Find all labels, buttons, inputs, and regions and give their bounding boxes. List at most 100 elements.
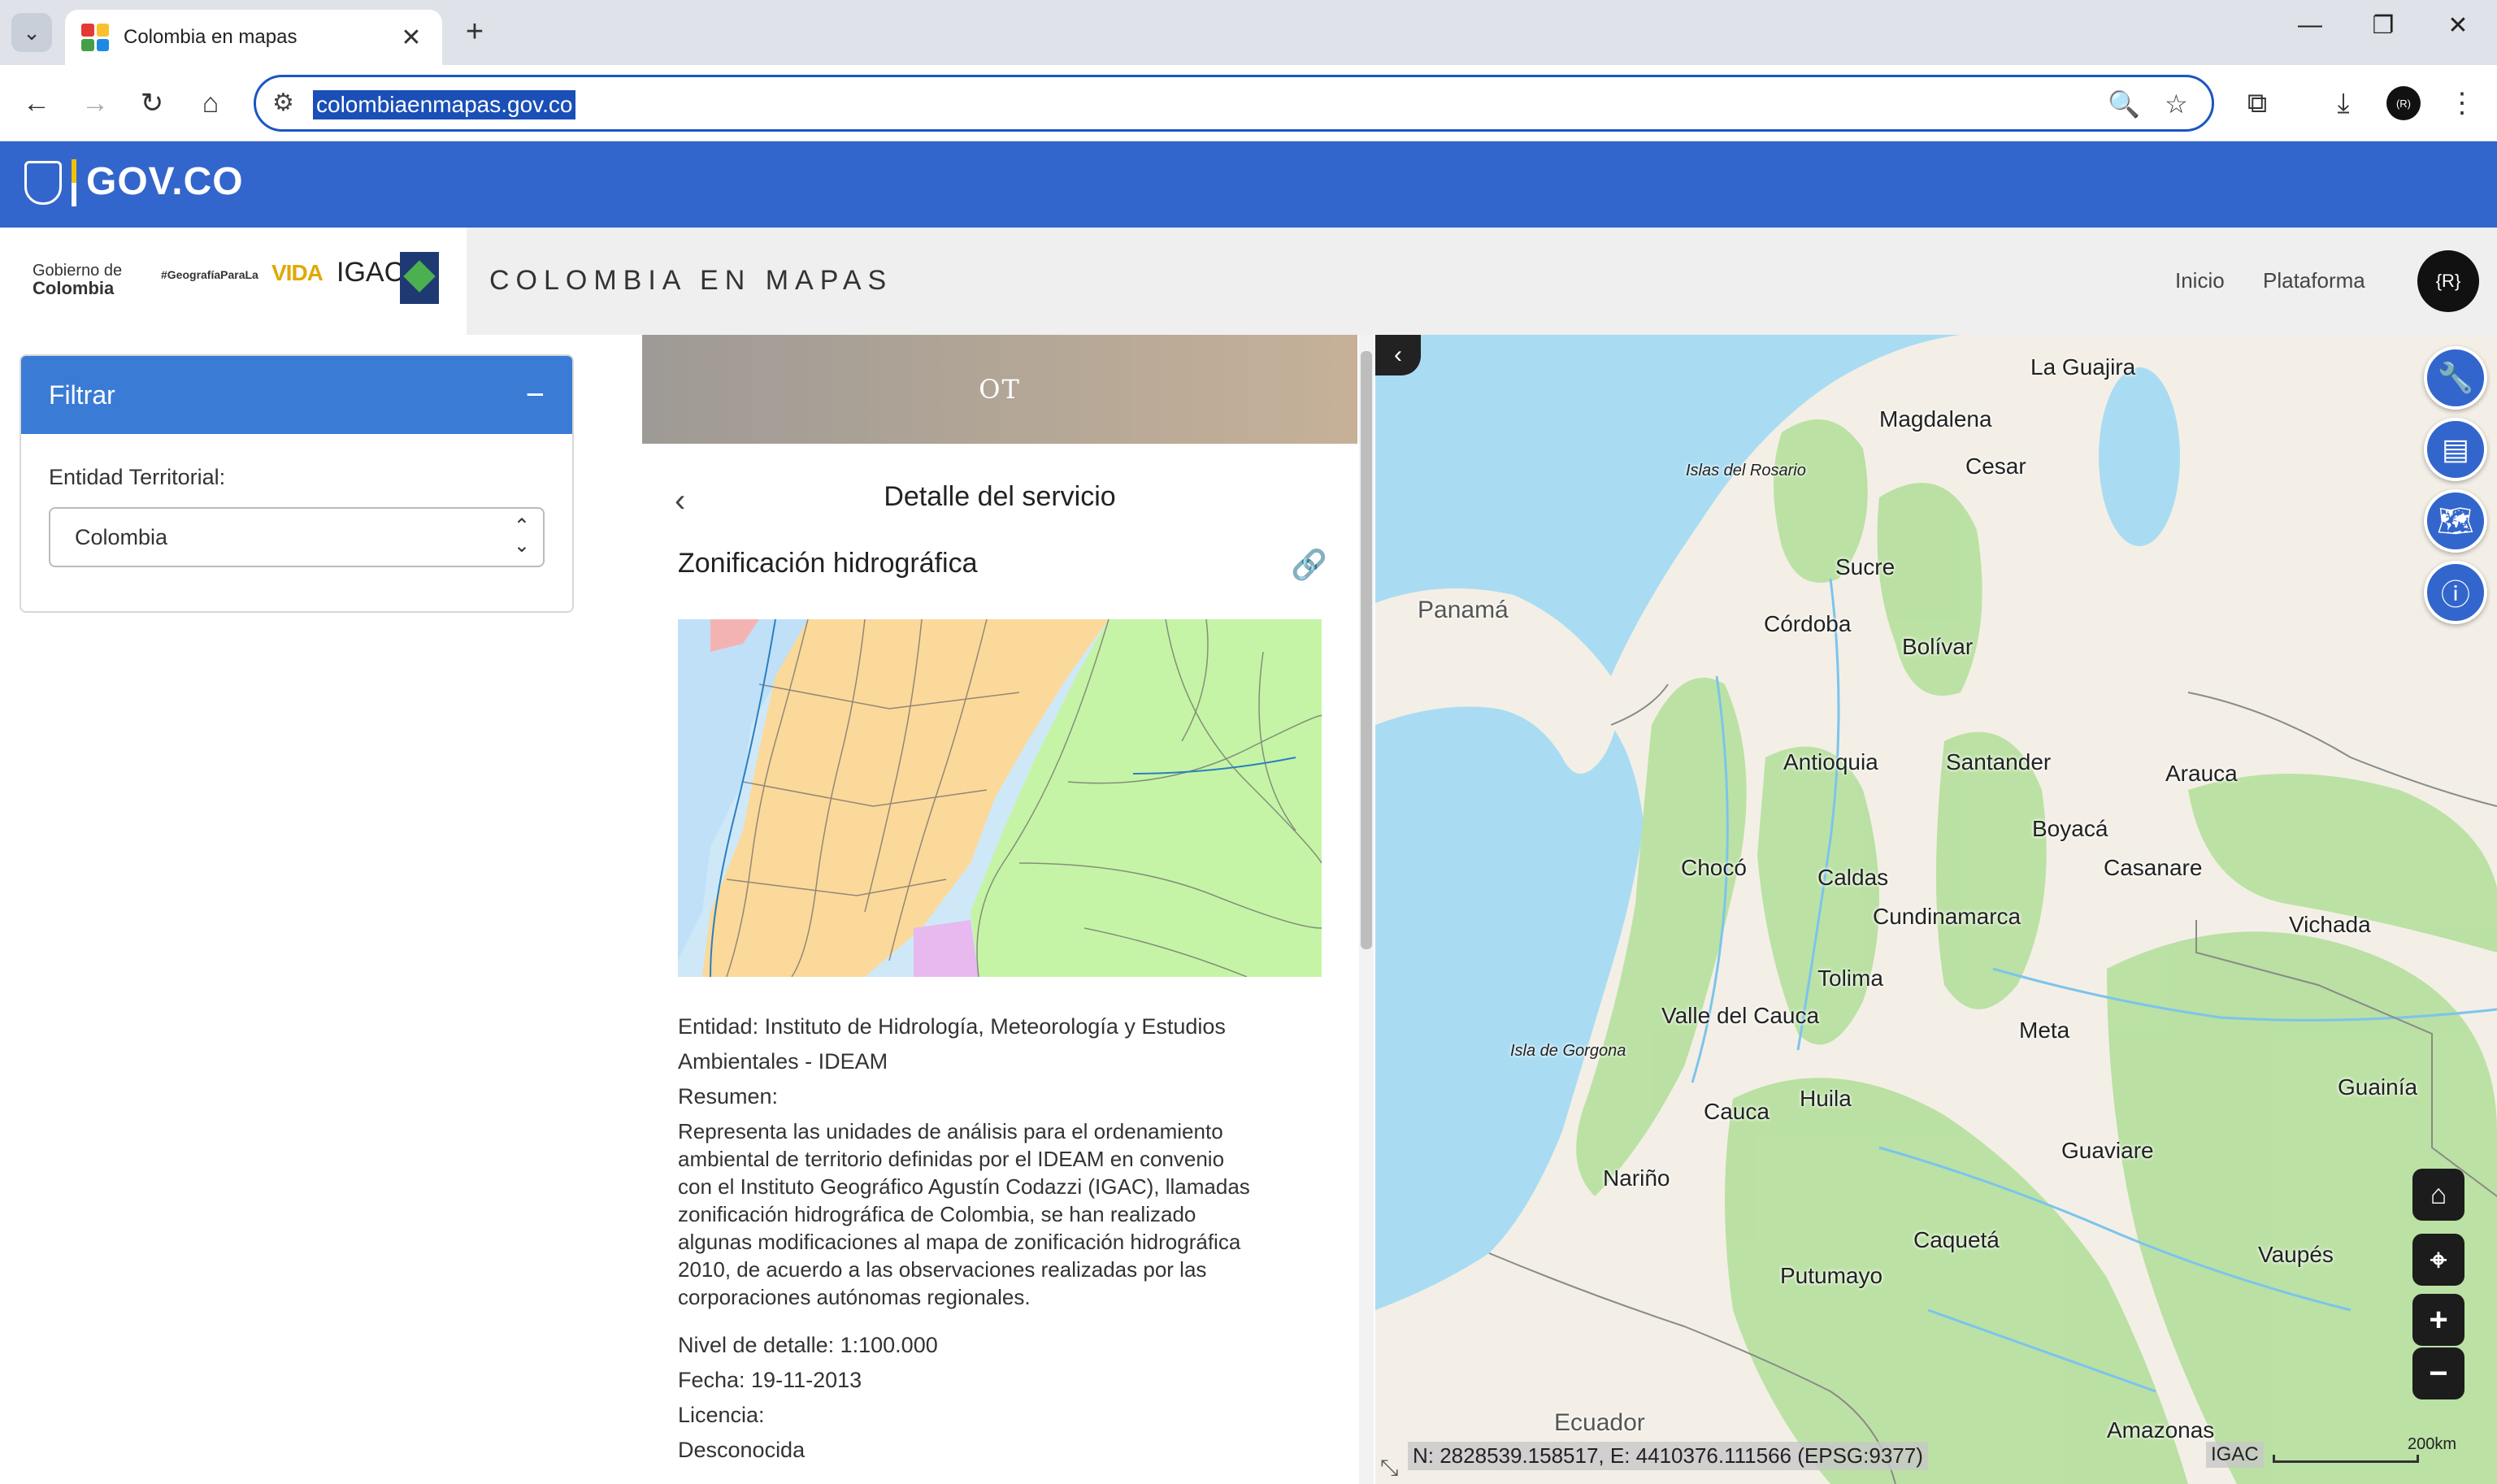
forward-icon[interactable]: → (75, 83, 115, 124)
label-valle: Valle del Cauca (1661, 1003, 1820, 1028)
label-vichada: Vichada (2289, 912, 2371, 937)
label-caqueta: Caquetá (1913, 1227, 2000, 1252)
user-avatar[interactable]: {R} (2417, 250, 2479, 312)
expand-arrow-icon[interactable]: ⤡ (1380, 1455, 1398, 1482)
home-extent-icon[interactable]: ⌂ (2412, 1169, 2464, 1221)
filter-header[interactable]: Filtrar − (21, 356, 572, 434)
restore-icon[interactable]: ❐ (2359, 11, 2408, 40)
address-bar[interactable]: ⚙ colombiaenmapas.gov.co 🔍 ☆ (254, 75, 2214, 132)
tab-search-button[interactable]: ⌄ (11, 13, 52, 52)
collapse-panel-button[interactable]: ‹ (1375, 335, 1421, 375)
tab-title: Colombia en mapas (124, 26, 297, 48)
reload-icon[interactable]: ↻ (132, 83, 172, 124)
extensions-icon[interactable]: ⧉ (2237, 83, 2278, 124)
service-title: Zonificación hidrográfica (678, 548, 978, 579)
site-title: COLOMBIA EN MAPAS (489, 265, 893, 296)
map-view[interactable]: ‹ La Guajira Islas del Rosario Magdalena… (1375, 335, 2497, 1484)
label-islas-rosario: Islas del Rosario (1686, 462, 1806, 479)
zoom-out-button[interactable]: − (2412, 1347, 2464, 1399)
label-magdalena: Magdalena (1879, 406, 1992, 432)
summary-text: Representa las unidades de análisis para… (678, 1119, 1250, 1309)
gov-co-logo[interactable]: GOV.CO (86, 159, 244, 204)
back-chevron-icon[interactable]: ‹ (675, 483, 685, 519)
colombia-shield-icon (24, 161, 62, 205)
label-cauca: Cauca (1704, 1099, 1770, 1124)
back-icon[interactable]: ← (16, 83, 57, 124)
entity-line-1: Entidad: Instituto de Hidrología, Meteor… (678, 1014, 1226, 1039)
entity-line-2: Ambientales - IDEAM (678, 1049, 888, 1074)
window-close-icon[interactable]: ✕ (2434, 11, 2482, 40)
entity-label: Entidad Territorial: (49, 465, 226, 489)
service-thumbnail (678, 619, 1322, 977)
label-antioquia: Antioquia (1783, 749, 1878, 775)
zoom-in-button[interactable]: + (2412, 1294, 2464, 1346)
gov-divider (72, 159, 76, 206)
license-value: Desconocida (678, 1438, 806, 1462)
label-tolima: Tolima (1817, 965, 1883, 991)
label-cordoba: Córdoba (1764, 611, 1852, 636)
map-attribution: IGAC (2206, 1442, 2264, 1468)
label-santander: Santander (1946, 749, 2052, 775)
label-casanare: Casanare (2104, 855, 2203, 880)
new-tab-button[interactable]: + (457, 15, 493, 50)
detail-scrollbar[interactable] (1359, 335, 1374, 1484)
detail-date: Fecha: 19-11-2013 (678, 1368, 862, 1392)
label-narino: Nariño (1603, 1165, 1670, 1191)
label-vaupes: Vaupés (2258, 1242, 2334, 1267)
label-bolivar: Bolívar (1902, 634, 1974, 659)
label-cesar: Cesar (1965, 453, 2026, 479)
label-huila: Huila (1800, 1086, 1852, 1111)
map-catalog-icon[interactable]: 🗺 (2424, 489, 2487, 553)
label-ecuador: Ecuador (1554, 1409, 1645, 1436)
zoom-icon[interactable]: 🔍 (2108, 89, 2140, 119)
collapse-minus-icon[interactable]: − (526, 377, 545, 414)
chevron-down-icon: ⌄ (23, 20, 41, 45)
site-header: Gobierno de Colombia #GeografíaParaLa VI… (0, 228, 2497, 335)
logos-area: Gobierno de Colombia #GeografíaParaLa VI… (0, 228, 467, 335)
url-text[interactable]: colombiaenmapas.gov.co (313, 90, 576, 119)
site-settings-icon[interactable]: ⚙ (272, 89, 294, 117)
geografia-hashtag-logo: #GeografíaParaLa (161, 268, 258, 281)
bookmark-star-icon[interactable]: ☆ (2165, 89, 2188, 119)
scale-label: 200km (2408, 1435, 2457, 1453)
menu-kebab-icon[interactable]: ⋮ (2442, 83, 2482, 124)
layers-panel-icon[interactable]: ▤ (2424, 418, 2487, 481)
igac-logo-text: IGAC (337, 257, 405, 288)
nav-plataforma[interactable]: Plataforma (2263, 268, 2365, 293)
label-panama: Panamá (1418, 597, 1509, 623)
label-amazonas: Amazonas (2107, 1417, 2215, 1443)
home-icon[interactable]: ⌂ (190, 83, 231, 124)
tab-close-icon[interactable]: ✕ (397, 24, 426, 52)
scrollbar-thumb[interactable] (1361, 351, 1372, 949)
tools-wrench-icon[interactable]: 🔧 (2424, 346, 2487, 410)
label-guainia: Guainía (2338, 1074, 2418, 1100)
label-arauca: Arauca (2165, 761, 2238, 786)
minimize-icon[interactable]: — (2286, 11, 2334, 39)
gov-co-bar: GOV.CO (0, 141, 2497, 228)
profile-avatar[interactable]: (R) (2386, 86, 2421, 120)
summary-label: Resumen: (678, 1084, 779, 1109)
label-guaviare: Guaviare (2061, 1138, 2154, 1163)
nav-inicio[interactable]: Inicio (2175, 268, 2225, 293)
label-gorgona: Isla de Gorgona (1510, 1042, 1626, 1060)
service-detail-panel: OT Detalle del servicio ‹ Zonificación h… (642, 335, 1357, 1484)
scale-bar (2273, 1455, 2419, 1463)
detail-heading: Detalle del servicio (884, 481, 1116, 512)
label-sucre: Sucre (1835, 554, 1896, 579)
label-putumayo: Putumayo (1780, 1263, 1883, 1288)
link-icon[interactable]: 🔗 (1291, 548, 1327, 582)
filter-panel: Filtrar − Entidad Territorial: Colombia … (20, 354, 574, 613)
entity-select[interactable]: Colombia ⌃ ⌄ (49, 507, 545, 567)
browser-tab-strip: ⌄ Colombia en mapas ✕ + — ❐ ✕ (0, 0, 2497, 65)
browser-tab[interactable]: Colombia en mapas ✕ (65, 10, 442, 65)
detail-banner: OT (642, 335, 1357, 444)
site-favicon-icon (81, 24, 109, 51)
info-icon[interactable]: ⓘ (2424, 561, 2487, 624)
download-icon[interactable]: ⤓ (2323, 83, 2364, 124)
label-choco: Chocó (1681, 855, 1747, 880)
label-caldas: Caldas (1817, 865, 1889, 890)
label-meta: Meta (2019, 1018, 2070, 1043)
label-la-guajira: La Guajira (2030, 354, 2136, 380)
locate-me-icon[interactable]: ⌖ (2412, 1234, 2464, 1286)
license-label: Licencia: (678, 1403, 765, 1427)
